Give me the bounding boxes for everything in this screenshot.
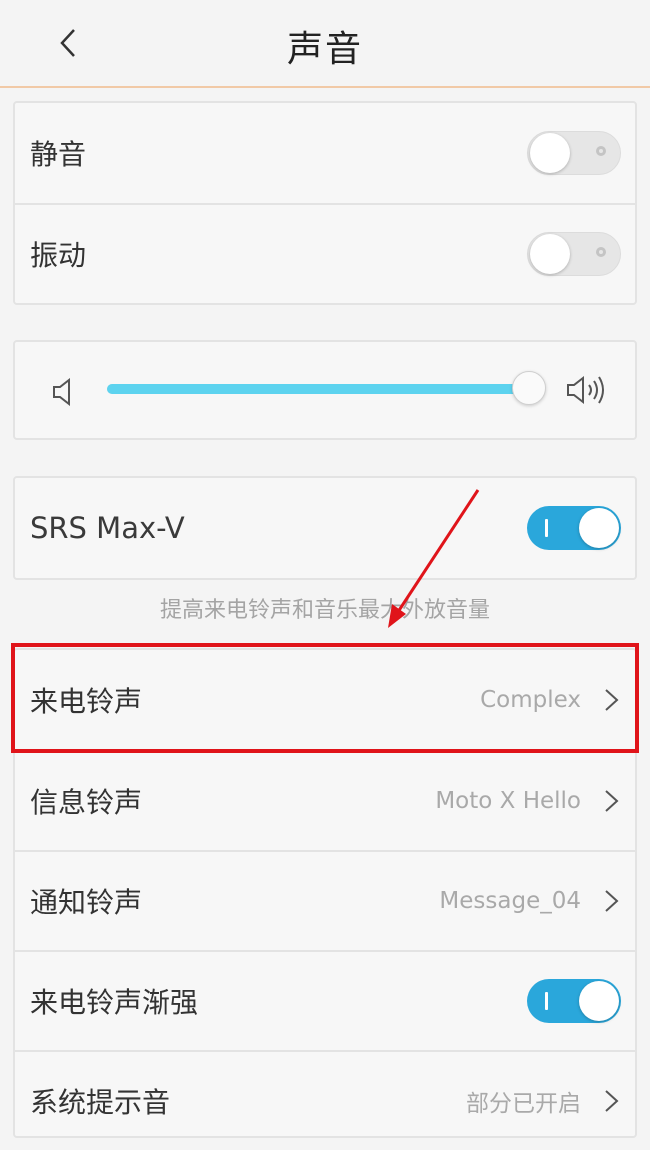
srs-row: SRS Max-V bbox=[15, 478, 635, 578]
crescendo-toggle[interactable] bbox=[527, 979, 621, 1023]
volume-card bbox=[13, 340, 637, 440]
silent-label: 静音 bbox=[30, 138, 87, 171]
header-bar: 声音 bbox=[0, 0, 650, 88]
chevron-right-icon bbox=[605, 890, 619, 912]
toggle-off-mark bbox=[596, 247, 606, 257]
toggle-knob bbox=[530, 133, 570, 173]
srs-hint-text: 提高来电铃声和音乐最大外放音量 bbox=[159, 598, 490, 623]
notification-ringtone-label: 通知铃声 bbox=[30, 886, 143, 919]
toggle-knob bbox=[579, 981, 619, 1021]
annotation-arrow-icon bbox=[388, 489, 480, 628]
crescendo-row: 来电铃声渐强 bbox=[15, 950, 635, 1050]
toggle-on-mark bbox=[545, 992, 548, 1010]
speaker-high-icon bbox=[567, 375, 604, 405]
volume-slider[interactable] bbox=[107, 371, 546, 405]
crescendo-label: 来电铃声渐强 bbox=[30, 986, 199, 1019]
toggle-on-mark bbox=[545, 519, 548, 537]
system-sound-row[interactable]: 系统提示音 部分已开启 bbox=[15, 1050, 635, 1150]
message-ringtone-value: Moto X Hello bbox=[435, 788, 581, 814]
notification-ringtone-value: Message_04 bbox=[439, 888, 581, 914]
toggle-off-mark bbox=[596, 146, 606, 156]
system-sound-value: 部分已开启 bbox=[466, 1091, 581, 1117]
silent-row: 静音 bbox=[15, 103, 635, 203]
speaker-low-icon bbox=[53, 378, 70, 406]
srs-toggle[interactable] bbox=[527, 506, 621, 550]
vibrate-label: 振动 bbox=[30, 239, 87, 272]
toggle-knob bbox=[579, 508, 619, 548]
vibrate-toggle[interactable] bbox=[527, 232, 621, 276]
srs-card: SRS Max-V bbox=[13, 476, 637, 580]
chevron-right-icon bbox=[605, 790, 619, 812]
chevron-right-icon bbox=[605, 1090, 619, 1112]
annotation-highlight-box bbox=[11, 643, 639, 753]
vibrate-row: 振动 bbox=[15, 203, 635, 303]
notification-ringtone-row[interactable]: 通知铃声 Message_04 bbox=[15, 850, 635, 950]
volume-slider-fill bbox=[107, 384, 529, 394]
silent-vibrate-card: 静音 振动 bbox=[13, 101, 637, 305]
volume-slider-thumb[interactable] bbox=[512, 371, 546, 405]
toggle-knob bbox=[530, 234, 570, 274]
srs-label: SRS Max-V bbox=[30, 511, 185, 545]
page-title: 声音 bbox=[286, 29, 363, 70]
message-ringtone-label: 信息铃声 bbox=[30, 786, 143, 819]
silent-toggle[interactable] bbox=[527, 131, 621, 175]
message-ringtone-row[interactable]: 信息铃声 Moto X Hello bbox=[15, 750, 635, 850]
system-sound-label: 系统提示音 bbox=[30, 1086, 171, 1119]
volume-slider-wrap bbox=[15, 342, 635, 438]
